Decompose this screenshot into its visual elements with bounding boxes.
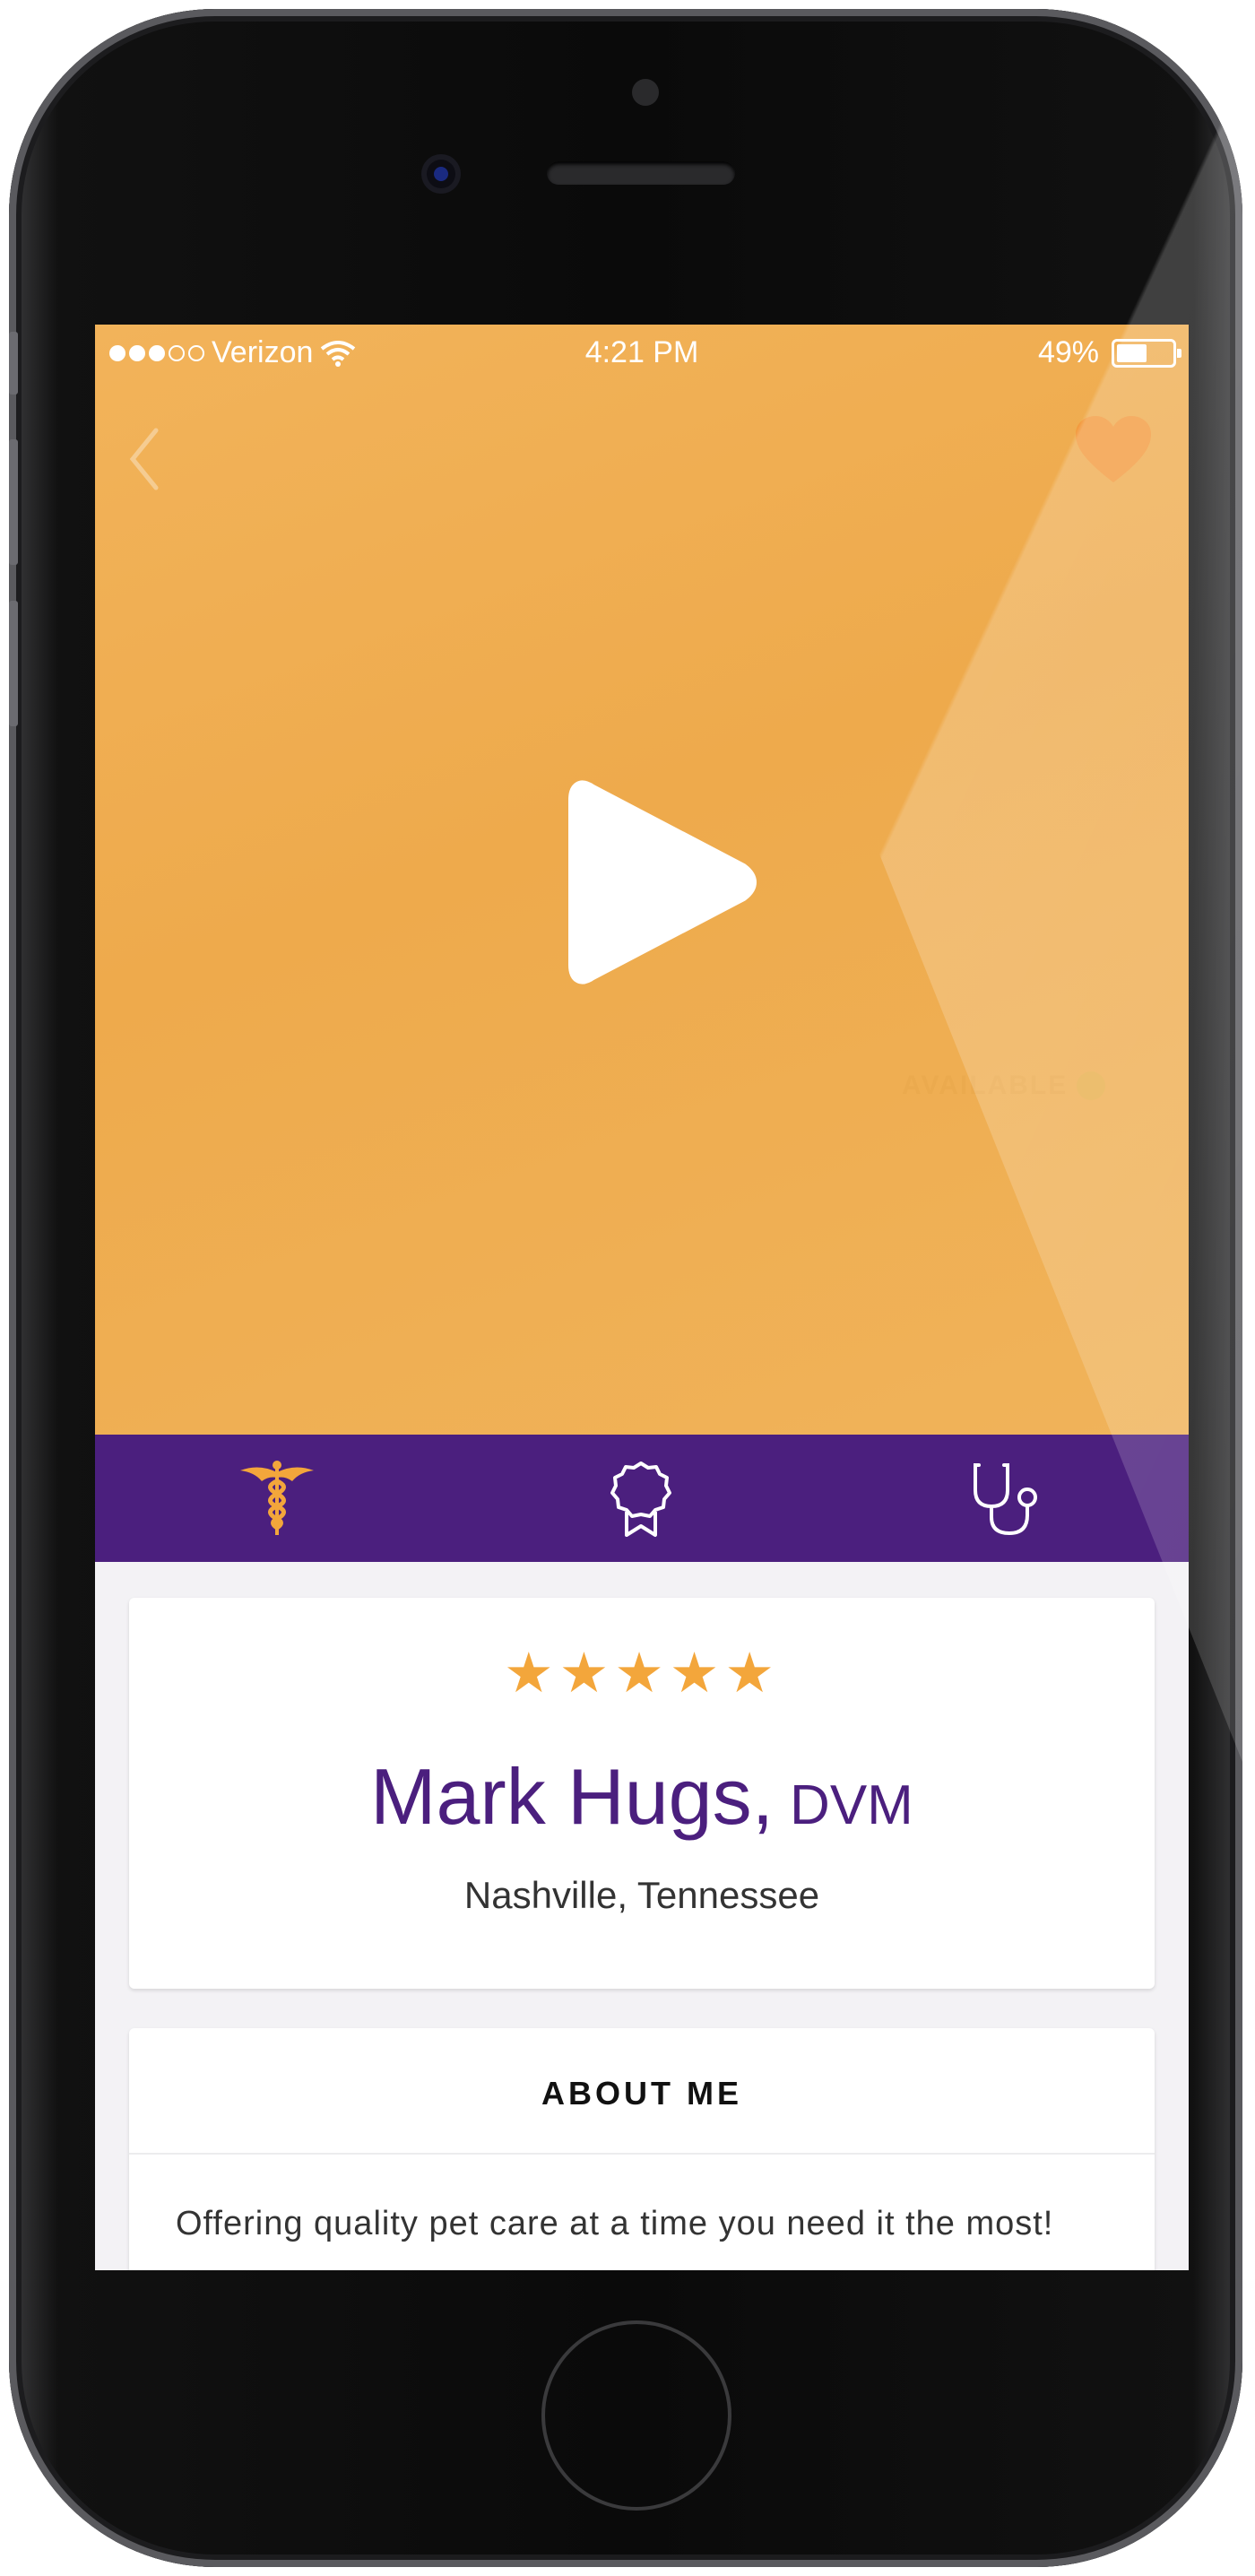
volume-up-button (9, 439, 18, 565)
vet-name-text: Mark Hugs, (370, 1752, 775, 1841)
app-screen: Verizon 4:21 PM 49% AVAILABLE ★★★★★ Mark… (95, 325, 1189, 2270)
status-time: 4:21 PM (584, 335, 699, 369)
about-card: ABOUT ME Offering quality pet care at a … (129, 2028, 1155, 2270)
battery-percent: 49% (1037, 335, 1099, 369)
mute-switch (9, 332, 18, 395)
battery-icon (1112, 338, 1181, 368)
battery-status: 49% (1037, 335, 1181, 370)
vet-name: Mark Hugs, DVM (129, 1757, 1155, 1836)
award-ribbon-icon (610, 1461, 671, 1537)
front-camera (421, 154, 461, 194)
vet-credential: DVM (790, 1774, 913, 1836)
profile-card: ★★★★★ Mark Hugs, DVM Nashville, Tennessee (129, 1598, 1155, 1989)
about-text: Offering quality pet care at a time you … (176, 2205, 1054, 2242)
favorite-heart-icon[interactable] (1074, 414, 1153, 486)
earpiece-speaker (547, 161, 735, 185)
about-divider (129, 2153, 1155, 2155)
about-heading: ABOUT ME (541, 2075, 742, 2112)
caduceus-icon (240, 1461, 314, 1535)
play-video-icon[interactable] (563, 773, 760, 992)
rating-stars: ★★★★★ (504, 1643, 780, 1704)
proximity-sensor (632, 79, 659, 106)
status-bar: Verizon 4:21 PM 49% (95, 325, 1189, 384)
tab-credentials[interactable] (459, 1435, 823, 1562)
stethoscope-icon (974, 1463, 1037, 1536)
video-hero[interactable]: Verizon 4:21 PM 49% AVAILABLE (95, 325, 1189, 1435)
availability-badge: AVAILABLE (902, 1071, 1106, 1101)
availability-dot-icon (1077, 1071, 1106, 1100)
volume-down-button (9, 601, 18, 726)
phone-frame: Verizon 4:21 PM 49% AVAILABLE ★★★★★ Mark… (9, 9, 1242, 2567)
availability-label: AVAILABLE (902, 1071, 1069, 1100)
tab-specialties[interactable] (95, 1435, 459, 1562)
back-chevron-icon[interactable] (122, 423, 167, 495)
vet-location: Nashville, Tennessee (463, 1874, 820, 1916)
tab-services[interactable] (823, 1435, 1187, 1562)
profile-tab-bar (95, 1435, 1189, 1562)
home-button[interactable] (541, 2320, 731, 2511)
